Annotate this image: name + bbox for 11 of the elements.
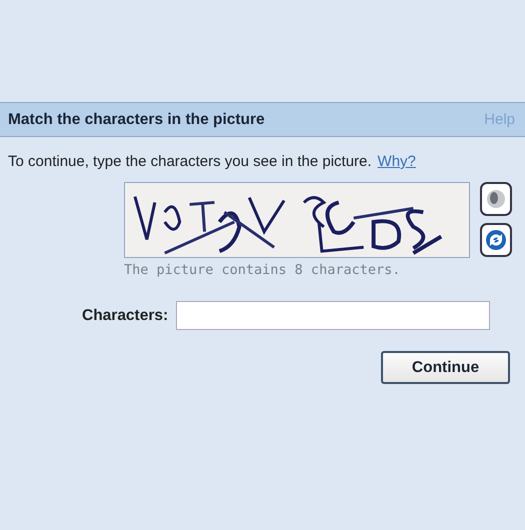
characters-input-field[interactable] xyxy=(176,301,490,330)
refresh-icon xyxy=(485,229,507,251)
refresh-button[interactable] xyxy=(480,223,512,257)
caption-text: The picture contains 8 characters. xyxy=(124,262,400,278)
dialog-title: Match the characters in the picture xyxy=(8,110,265,128)
audio-button[interactable] xyxy=(480,182,512,216)
characters-label: Characters: xyxy=(82,306,168,324)
why-link[interactable]: Why? xyxy=(378,153,416,170)
instruction-text: To continue, type the characters you see in the picture. xyxy=(8,153,372,170)
speaker-icon xyxy=(486,188,506,210)
continue-button[interactable]: Continue xyxy=(381,351,510,384)
